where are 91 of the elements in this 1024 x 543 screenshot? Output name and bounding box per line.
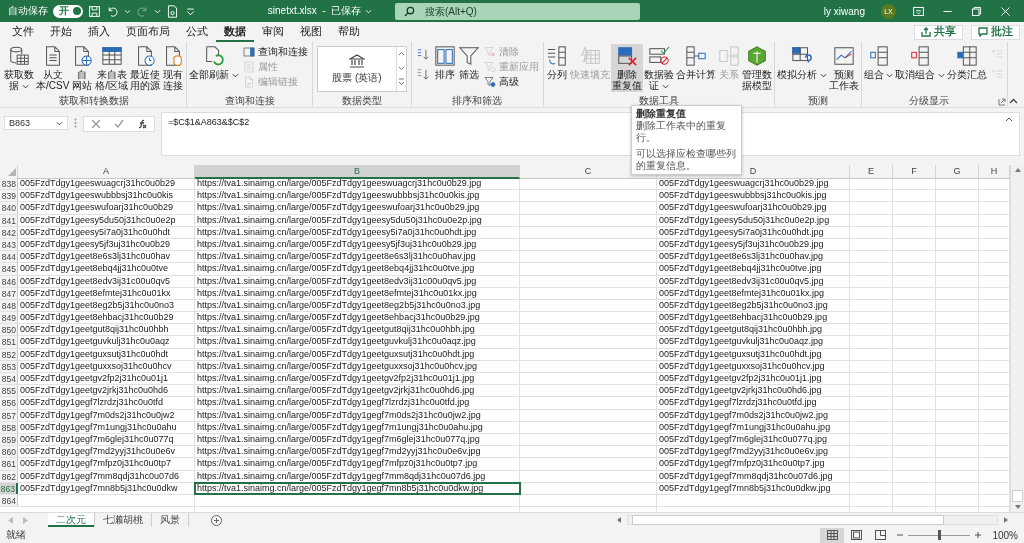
table-cell-text: 005FzdTdgy1geetguxxsoj31hc0u0hcv.jpg: [658, 360, 826, 372]
table-cell-text: 005FzdTdgy1geet8ebq4jj31hc0u0tve.jpg: [658, 263, 823, 275]
table-cell-text: https://tva1.sinaimg.cn/large/005FzdTdgy1gegf7lzrdzj31hc0u0tfd.jpg: [196, 397, 471, 409]
table-cell-text: 005FzdTdgy1geetguxsutj31hc0u0hdt.jpg: [658, 348, 823, 360]
table-cell-text: https://tva1.sinaimg.cn/large/005FzdTdgy1geet8ehbacj31hc0u0b29.jpg: [196, 312, 481, 324]
table-cell-text: 005FzdTdgy1gegf7md2yyj31hc0u0e6v.jpg: [658, 446, 829, 458]
ribbon-group-label: 分级显示: [909, 95, 950, 107]
table-cell-text: 005FzdTdgy1geeswuagcrj31hc0u0b29: [19, 178, 177, 190]
table-cell-text: https://tva1.sinaimg.cn/large/005FzdTdgy1gegf7m6glej31hc0u077q.jpg: [196, 433, 481, 446]
table-cell-text: 005FzdTdgy1geetguvkulj31hc0u0aqz.jpg: [658, 336, 825, 348]
table-cell-text: https://tva1.sinaimg.cn/large/005FzdTdgy1geet8ebq4jj31hc0u0tve.jpg: [196, 263, 476, 275]
table-cell-text: 005FzdTdgy1geet8efmtej31hc0u01kx: [19, 287, 172, 299]
table-cell-text: 005FzdTdgy1gegf7mfpz0j31hc0u0tp7.jpg: [658, 458, 826, 470]
table-cell-text: 005FzdTdgy1gegf7mm8qdj31hc0u07d6: [19, 470, 181, 482]
table-cell-text: https://tva1.sinaimg.cn/large/005FzdTdgy1gegf7md2yyj31hc0u0e6v.jpg: [196, 446, 482, 458]
table-cell-text: 005FzdTdgy1geet8e6s3lj31hc0u0hav: [19, 251, 172, 263]
table-cell-text: 005FzdTdgy1geetgut8qij31hc0u0hbh.jpg: [658, 324, 824, 336]
tooltip-text: 删除工作表中的重复行。: [636, 120, 727, 144]
table-cell-text: https://tva1.sinaimg.cn/large/005FzdTdgy1geet8eg2b5j31hc0u0no3.jpg: [196, 299, 482, 312]
table-cell-text: 005FzdTdgy1gegf7m0ds2j31hc0u0jw2: [19, 409, 176, 421]
ribbon-group-label: 数据类型: [341, 95, 382, 107]
table-cell-text: 005FzdTdgy1geeswufoarj31hc0u0b29: [19, 202, 175, 214]
table-cell-text: 005FzdTdgy1geesy5jf3uj31hc0u0b29.jpg: [658, 238, 825, 251]
table-cell-text: 005FzdTdgy1gegf7m6glej31hc0u077q: [19, 433, 175, 446]
table-cell-text: 005FzdTdgy1geet8e6s3lj31hc0u0hav.jpg: [658, 251, 824, 263]
table-cell-text: 005FzdTdgy1gegf7mn8b5j31hc0u0dkw.jpg: [658, 482, 832, 494]
table-cell-text: https://tva1.sinaimg.cn/large/005FzdTdgy1geesy5i7a0j31hc0u0hdt.jpg: [196, 226, 478, 238]
table-cell-text: 005FzdTdgy1gegf7mn8b5j31hc0u0dkw: [19, 482, 179, 494]
table-cell-text: 005FzdTdgy1geesy5i7a0j31hc0u0hdt.jpg: [658, 226, 825, 238]
ribbon-group-label: 查询和连接: [224, 95, 275, 107]
table-cell-text: https://tva1.sinaimg.cn/large/005FzdTdgy1geeswubbbsj31hc0u0kis.jpg: [196, 190, 481, 202]
autosave-label: 自动保存: [8, 4, 48, 18]
ribbon-group-label: 排序和筛选: [452, 95, 503, 107]
window-title: sinetxt.xlsx - 已保存: [267, 4, 362, 18]
table-cell-text: https://tva1.sinaimg.cn/large/005FzdTdgy1geeswufoarj31hc0u0b29.jpg: [196, 202, 481, 214]
table-cell-text: https://tva1.sinaimg.cn/large/005FzdTdgy1gegf7mfpz0j31hc0u0tp7.jpg: [196, 458, 479, 470]
table-cell-text: 005FzdTdgy1geetgut8qij31hc0u0hbh: [19, 324, 170, 336]
data-type-label: 股票 (英语): [332, 70, 382, 85]
table-cell-text: https://tva1.sinaimg.cn/large/005FzdTdgy1geesy5jf3uj31hc0u0b29.jpg: [196, 238, 478, 251]
table-cell-text: 005FzdTdgy1gegf7m0ds2j31hc0u0jw2.jpg: [658, 409, 830, 421]
table-cell-text: 005FzdTdgy1geeswuagcrj31hc0u0b29.jpg: [658, 178, 830, 190]
table-cell-text: https://tva1.sinaimg.cn/large/005FzdTdgy1geetgut8qij31hc0u0hbh.jpg: [196, 324, 476, 336]
ribbon-group-label: 数据工具: [638, 95, 679, 107]
table-cell-text: 005FzdTdgy1gegf7m1ungj31hc0u0ahu: [19, 421, 178, 433]
table-cell-text: 005FzdTdgy1gegf7m1ungj31hc0u0ahu.jpg: [658, 421, 832, 433]
table-cell-text: 005FzdTdgy1gegf7mm8qdj31hc0u07d6.jpg: [658, 470, 834, 482]
table-cell-text: https://tva1.sinaimg.cn/large/005FzdTdgy1geet8efmtej31hc0u01kx.jpg: [196, 287, 478, 299]
table-cell-text: 005FzdTdgy1geet8ehbacj31hc0u0b29: [19, 312, 175, 324]
table-cell-text: https://tva1.sinaimg.cn/large/005FzdTdgy1gegf7m1ungj31hc0u0ahu.jpg: [196, 421, 484, 433]
table-cell-text: 005FzdTdgy1geet8efmtej31hc0u01kx.jpg: [658, 287, 826, 299]
table-cell-text: 005FzdTdgy1gegf7m6glej31hc0u077q.jpg: [658, 433, 829, 446]
table-cell-text: 005FzdTdgy1gegf7md2yyj31hc0u0e6v: [19, 446, 177, 458]
table-cell-text: 005FzdTdgy1geetguxxsoj31hc0u0hcv: [19, 360, 173, 372]
ribbon-group-label: 获取和转换数据: [59, 95, 130, 107]
table-cell-text: 005FzdTdgy1geetgv2jrkj31hc0u0hd6.jpg: [658, 385, 823, 397]
table-cell-text: 005FzdTdgy1geesy5du50j31hc0u0e2p: [19, 214, 177, 226]
table-cell-text: 005FzdTdgy1geetguxsutj31hc0u0hdt: [19, 348, 170, 360]
table-cell-text: 005FzdTdgy1geet8eg2b5j31hc0u0no3: [19, 299, 176, 312]
table-cell-text: 005FzdTdgy1geesy5du50j31hc0u0e2p.jpg: [658, 214, 831, 226]
table-cell-text: https://tva1.sinaimg.cn/large/005FzdTdgy1geesy5du50j31hc0u0e2p.jpg: [196, 214, 483, 226]
table-cell-text: https://tva1.sinaimg.cn/large/005FzdTdgy1geetguxsutj31hc0u0hdt.jpg: [196, 348, 476, 360]
status-text: 就绪: [6, 528, 26, 542]
table-cell-text: https://tva1.sinaimg.cn/large/005FzdTdgy1gegf7m0ds2j31hc0u0jw2.jpg: [196, 409, 482, 421]
table-cell-text: 005FzdTdgy1geet8eg2b5j31hc0u0no3.jpg: [658, 299, 829, 312]
table-cell-text: https://tva1.sinaimg.cn/large/005FzdTdgy1geetguxxsoj31hc0u0hcv.jpg: [196, 360, 478, 372]
table-cell-text: 005FzdTdgy1geesy5jf3uj31hc0u0b29: [19, 238, 172, 251]
table-cell-text: 005FzdTdgy1geet8edv3ij31c00u0qv5.jpg: [658, 275, 825, 287]
table-cell-text: 005FzdTdgy1geeswubbbsj31hc0u0kis.jpg: [658, 190, 828, 202]
table-cell-text: https://tva1.sinaimg.cn/large/005FzdTdgy1geet8e6s3lj31hc0u0hav.jpg: [196, 251, 477, 263]
table-cell-text: 005FzdTdgy1geet8ebq4jj31hc0u0tve: [19, 263, 170, 275]
table-cell-text: https://tva1.sinaimg.cn/large/005FzdTdgy1geetgv2jrkj31hc0u0hd6.jpg: [196, 385, 476, 397]
table-cell-text: 005FzdTdgy1geetguvkulj31hc0u0aqz: [19, 336, 171, 348]
table-cell-text: 005FzdTdgy1geetgv2fp2j31hc0u01j1.jpg: [658, 373, 823, 385]
table-cell-text: 005FzdTdgy1geesy5i7a0j31hc0u0hdt: [19, 226, 172, 238]
table-cell-text: 005FzdTdgy1geetgv2jrkj31hc0u0hd6: [19, 385, 170, 397]
table-cell-text: 005FzdTdgy1gegf7mfpz0j31hc0u0tp7: [19, 458, 173, 470]
table-cell-text: https://tva1.sinaimg.cn/large/005FzdTdgy1geeswuagcrj31hc0u0b29.jpg: [196, 178, 483, 190]
table-cell: https://tva1.sinaimg.cn/large/005FzdTdgy1gegf7mn8b5j31hc0u0dkw.jpg: [195, 482, 520, 494]
table-cell-text: 005FzdTdgy1gegf7lzrdzj31hc0u0tfd.jpg: [658, 397, 818, 409]
table-cell-text: 005FzdTdgy1gegf7lzrdzj31hc0u0tfd: [19, 397, 165, 409]
ribbon-group-label: 预测: [807, 95, 828, 107]
table-cell-text: https://tva1.sinaimg.cn/large/005FzdTdgy1gegf7mm8qdj31hc0u07d6.jpg: [196, 470, 487, 482]
user-name: ly xiwang: [823, 5, 865, 17]
table-cell-text: https://tva1.sinaimg.cn/large/005FzdTdgy1geet8edv3ij31c00u0qv5.jpg: [196, 275, 478, 287]
table-cell-text: 005FzdTdgy1geet8ehbacj31hc0u0b29.jpg: [658, 312, 829, 324]
table-cell-text: 005FzdTdgy1geeswufoarj31hc0u0b29.jpg: [658, 202, 828, 214]
table-cell-text: 005FzdTdgy1geetgv2fp2j31hc0u01j1: [19, 373, 170, 385]
table-cell-text: https://tva1.sinaimg.cn/large/005FzdTdgy1geetguvkulj31hc0u0aqz.jpg: [196, 336, 477, 348]
table-cell-text: 005FzdTdgy1geeswubbbsj31hc0u0kis: [19, 190, 175, 202]
table-cell-text: https://tva1.sinaimg.cn/large/005FzdTdgy1geetgv2fp2j31hc0u01j1.jpg: [196, 373, 476, 385]
table-cell-text: 005FzdTdgy1geet8edv3ij31c00u0qv5: [19, 275, 172, 287]
